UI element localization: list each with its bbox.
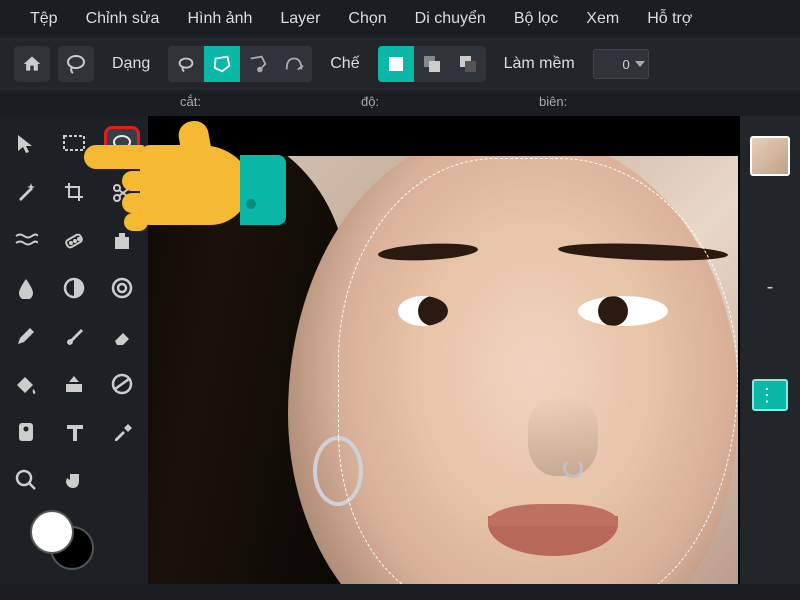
right-panel: - <box>740 116 800 584</box>
menu-filter[interactable]: Bộ lọc <box>514 10 558 28</box>
menu-help[interactable]: Hỗ trợ <box>647 10 692 28</box>
soften-label: Làm mềm <box>494 55 585 73</box>
canvas[interactable] <box>148 116 740 584</box>
menu-select[interactable]: Chọn <box>348 10 386 28</box>
home-button[interactable] <box>14 46 50 82</box>
replace-color-tool[interactable] <box>104 366 140 402</box>
menu-move[interactable]: Di chuyển <box>415 10 486 28</box>
dodge-tool[interactable] <box>56 270 92 306</box>
mode-add-button[interactable] <box>414 46 450 82</box>
fill-tool[interactable] <box>8 366 44 402</box>
info-bar: cắt: độ: biên: <box>0 90 800 116</box>
freehand-lasso-button[interactable] <box>168 46 204 82</box>
mode-label: Chế <box>320 55 369 73</box>
cut-label: cắt: <box>180 94 201 112</box>
color-swatch[interactable] <box>30 510 94 570</box>
canvas-image <box>148 156 738 584</box>
menu-layer[interactable]: Layer <box>280 10 320 28</box>
selection-mode-group <box>378 46 486 82</box>
layer-thumbnail[interactable] <box>752 379 788 411</box>
angle-label: độ: <box>361 94 379 112</box>
mode-subtract-button[interactable] <box>450 46 486 82</box>
zoom-tool[interactable] <box>8 462 44 498</box>
polygonal-lasso-button[interactable] <box>204 46 240 82</box>
marquee-tool[interactable] <box>56 126 92 162</box>
mode-new-button[interactable] <box>378 46 414 82</box>
menubar: Tệp Chỉnh sửa Hình ảnh Layer Chọn Di chu… <box>0 0 800 38</box>
shape-label: Dạng <box>102 55 160 73</box>
lasso-tool-icon[interactable] <box>58 46 94 82</box>
menu-edit[interactable]: Chỉnh sửa <box>86 10 160 28</box>
gradient-tool[interactable] <box>56 366 92 402</box>
wand-tool[interactable] <box>8 174 44 210</box>
navigator-thumbnail[interactable] <box>750 136 790 176</box>
lasso-shape-group <box>168 46 312 82</box>
hand-tool[interactable] <box>56 462 92 498</box>
crop-tool[interactable] <box>56 174 92 210</box>
options-toolbar: Dạng Chế Làm mềm <box>0 38 800 90</box>
foreground-color[interactable] <box>30 510 74 554</box>
text-tool[interactable] <box>56 414 92 450</box>
edge-label: biên: <box>539 94 567 112</box>
heal-tool[interactable] <box>56 222 92 258</box>
tool-panel <box>0 116 148 584</box>
history-dash: - <box>767 276 774 299</box>
menu-image[interactable]: Hình ảnh <box>187 10 252 28</box>
magnetic-lasso-button[interactable] <box>240 46 276 82</box>
brush-tool[interactable] <box>56 318 92 354</box>
shape-tool[interactable] <box>8 414 44 450</box>
main-area: - <box>0 116 800 584</box>
move-tool[interactable] <box>8 126 44 162</box>
lasso-tool[interactable] <box>104 126 140 162</box>
scissors-tool[interactable] <box>104 174 140 210</box>
blur-tool[interactable] <box>8 270 44 306</box>
eyedropper-tool[interactable] <box>104 414 140 450</box>
liquify-tool[interactable] <box>8 222 44 258</box>
pen-tool[interactable] <box>8 318 44 354</box>
menu-view[interactable]: Xem <box>586 10 619 28</box>
eraser-tool[interactable] <box>104 318 140 354</box>
bezier-lasso-button[interactable] <box>276 46 312 82</box>
clone-tool[interactable] <box>104 222 140 258</box>
menu-file[interactable]: Tệp <box>30 10 58 28</box>
sponge-tool[interactable] <box>104 270 140 306</box>
